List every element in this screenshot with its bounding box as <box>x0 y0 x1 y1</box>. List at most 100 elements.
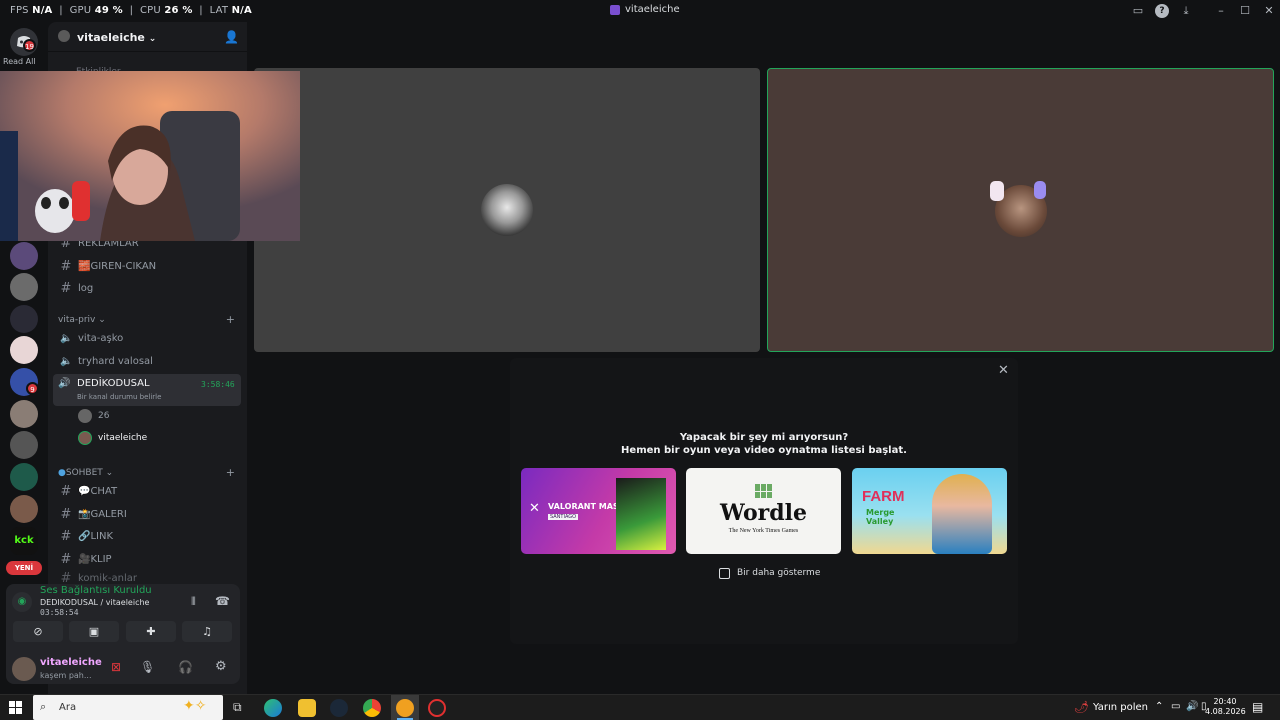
task-view-icon[interactable]: ⧉ <box>233 700 242 715</box>
voice-user-name[interactable]: vitaeleiche <box>98 433 147 443</box>
dont-show-again-checkbox[interactable] <box>719 568 730 579</box>
volume-icon[interactable]: 🔊 <box>1186 701 1198 712</box>
steam-icon[interactable] <box>330 699 348 717</box>
pollen-weather-icon: 🌶 <box>1074 700 1090 714</box>
edge-browser-icon[interactable] <box>264 699 282 717</box>
settings-gear-icon[interactable]: ⚙ <box>215 659 227 674</box>
clock-time: 20:40 <box>1213 697 1237 706</box>
soundboard-button[interactable]: ♫ <box>182 621 232 642</box>
channel-log[interactable]: # log <box>56 278 240 299</box>
activities-button[interactable]: ✚ <box>126 621 176 642</box>
channel-klip[interactable]: # 🎥KLIP <box>56 549 240 570</box>
channel-status-text[interactable]: Bir kanal durumu belirle <box>77 393 161 401</box>
clock[interactable]: 20:40 4.08.2026 <box>1205 697 1246 717</box>
notification-icon[interactable]: ▤ <box>1252 700 1263 714</box>
chrome-icon[interactable] <box>363 699 381 717</box>
server-icon-6[interactable] <box>10 400 38 428</box>
category-vita-priv[interactable]: vita-priv ⌄ <box>58 315 106 325</box>
kick-server-icon[interactable]: kck <box>10 527 38 555</box>
add-channel-icon[interactable]: + <box>226 313 235 326</box>
active-voice-channel[interactable]: 🔊 DEDİKODUSAL 3:58:46 Bir kanal durumu b… <box>53 374 241 406</box>
screen-share-button[interactable]: ▣ <box>69 621 119 642</box>
hash-icon: # <box>60 281 72 296</box>
user-status: kaşem pah... <box>40 671 92 680</box>
voice-channel-tryhard[interactable]: 🔈 tryhard valosal <box>56 351 240 372</box>
weather-text[interactable]: Yarın polen <box>1093 702 1148 713</box>
card-title: FARM <box>862 488 905 505</box>
channel-komik-anlar[interactable]: # komik-anlar <box>56 572 240 584</box>
user-name[interactable]: vitaeleiche <box>40 657 102 668</box>
streaming-icon[interactable]: ⊠ <box>111 660 121 674</box>
download-icon[interactable]: ⤓ <box>1179 4 1193 18</box>
activity-card-farm[interactable]: FARM Merge Valley <box>852 468 1007 554</box>
signal-icon[interactable]: ◉ <box>12 592 32 612</box>
server-icon-8[interactable] <box>10 463 38 491</box>
tray-chevron-up-icon[interactable]: ⌃ <box>1155 701 1163 712</box>
server-icon-2[interactable] <box>10 273 38 301</box>
search-placeholder: Ara <box>59 702 77 713</box>
gpu-value: 49 % <box>94 5 123 16</box>
app-icon[interactable] <box>428 699 446 717</box>
divider <box>48 51 247 52</box>
category-sohbet[interactable]: ●SOHBET ⌄ <box>58 468 113 478</box>
activity-card-valorant[interactable]: ✕ VALORANT MASTERS SANTIAGO <box>521 468 676 554</box>
hash-icon: # <box>60 507 72 522</box>
search-highlight-icon: ✦✧ <box>183 698 207 714</box>
server-icon-4[interactable] <box>10 336 38 364</box>
noise-suppression-icon[interactable]: ⦀ <box>191 595 196 609</box>
activity-card-wordle[interactable]: Wordle The New York Times Games <box>686 468 841 554</box>
channel-label: 💬CHAT <box>78 486 118 497</box>
connection-channel[interactable]: DEDIKODUSAL / vitaeleiche <box>40 598 149 607</box>
hash-icon: # <box>60 529 72 544</box>
participant-tile-1[interactable] <box>254 68 760 352</box>
avatar-decoration <box>990 181 1004 201</box>
headphones-icon[interactable]: 🎧 <box>178 660 193 674</box>
channel-label: 🔗LINK <box>78 531 114 542</box>
microphone-icon[interactable]: 🎙 <box>140 660 155 674</box>
dont-show-again-label[interactable]: Bir daha gösterme <box>737 568 820 578</box>
participant-tile-2[interactable] <box>767 68 1274 352</box>
active-app-icon[interactable] <box>396 699 414 717</box>
network-icon[interactable]: ▭ <box>1171 701 1180 712</box>
inbox-icon[interactable]: ▭ <box>1131 4 1145 18</box>
invite-icon[interactable]: 👤 <box>224 30 239 44</box>
active-channel-name: DEDİKODUSAL <box>77 378 150 389</box>
speaker-icon: 🔈 <box>60 333 73 344</box>
maximize-icon[interactable]: ☐ <box>1238 4 1252 18</box>
speaker-icon: 🔈 <box>60 356 73 367</box>
cpu-value: 26 % <box>164 5 193 16</box>
valorant-logo-icon: ✕ <box>529 501 540 516</box>
file-explorer-icon[interactable] <box>298 699 316 717</box>
server-icon-1[interactable] <box>10 242 38 270</box>
channel-giren-cikan[interactable]: # 🧱GIREN-CIKAN <box>56 256 240 277</box>
server-name-header[interactable]: vitaeleiche ⌄ <box>77 31 156 44</box>
server-icon-3[interactable] <box>10 305 38 333</box>
server-avatar <box>58 30 70 42</box>
server-icon-9[interactable] <box>10 495 38 523</box>
avatar[interactable] <box>12 657 36 681</box>
disconnect-icon[interactable]: ☎ <box>215 594 230 608</box>
camera-off-button[interactable]: ⊘ <box>13 621 63 642</box>
search-icon: ⌕ <box>40 700 47 713</box>
server-icon-7[interactable] <box>10 431 38 459</box>
lat-label: LAT <box>209 5 229 16</box>
minimize-icon[interactable]: – <box>1214 4 1228 18</box>
channel-link[interactable]: # 🔗LINK <box>56 526 240 547</box>
taskbar-search-box[interactable]: ⌕ Ara ✦✧ <box>33 695 223 720</box>
card-subtitle: The New York Times Games <box>728 528 799 534</box>
help-icon[interactable]: ? <box>1155 4 1169 18</box>
close-icon[interactable]: ✕ <box>1262 4 1276 18</box>
add-channel-icon[interactable]: + <box>226 466 235 479</box>
connection-status[interactable]: Ses Bağlantısı Kuruldu <box>40 585 152 596</box>
clock-date: 4.08.2026 <box>1205 707 1246 716</box>
card-subtitle: SANTIAGO <box>548 514 579 520</box>
read-all-button[interactable]: Read All <box>3 57 36 66</box>
channel-galeri[interactable]: # 📸GALERI <box>56 504 240 525</box>
windows-start-icon[interactable] <box>9 701 22 714</box>
voice-channel-vita-asko[interactable]: 🔈 vita-aşko <box>56 328 240 349</box>
webcam-image <box>0 71 300 241</box>
close-icon[interactable]: ✕ <box>998 363 1009 378</box>
voice-user-name[interactable]: 26 <box>98 411 109 421</box>
dm-badge: 19 <box>23 39 36 52</box>
channel-chat[interactable]: # 💬CHAT <box>56 481 240 502</box>
